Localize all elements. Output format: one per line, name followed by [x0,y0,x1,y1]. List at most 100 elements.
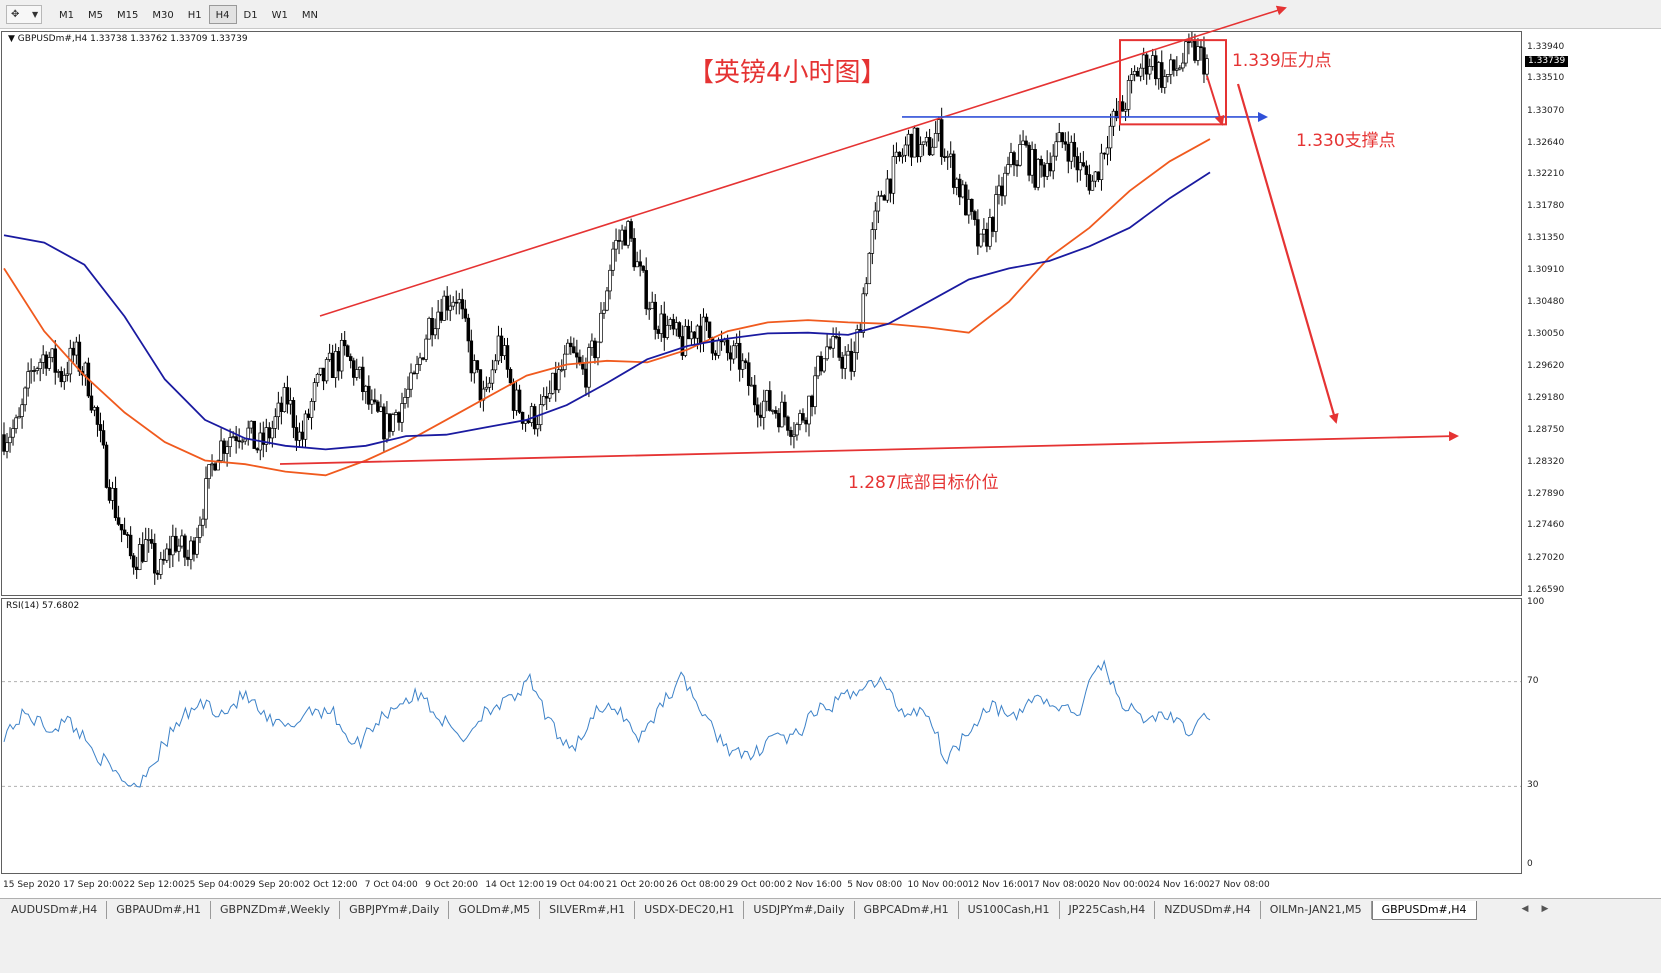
candle-body [1012,152,1016,166]
candle-body [436,311,440,330]
candle-body [29,370,33,372]
candle-body [210,463,214,466]
candle-body [584,368,588,388]
timeframe-button[interactable]: M1 [52,5,81,24]
chart-toolbar: ✥ ▼ M1 M5 M15 M30 H1 H4 D1 W1 MN [0,0,1661,29]
symbol-tab-active[interactable]: GBPUSDm#,H4 [1371,901,1477,920]
timeframe-button[interactable]: M5 [81,5,110,24]
candle-body [306,413,311,418]
cursor-tool-dropdown[interactable]: ✥ ▼ [6,5,42,24]
candle-body [391,414,395,432]
candle-body [511,382,516,411]
candle-body [912,127,917,158]
candle-body [89,395,94,411]
candle-body [1132,70,1137,75]
candle-body [225,446,229,454]
tab-scroll-right-icon[interactable]: ▶ [1538,902,1552,916]
timeframe-button[interactable]: D1 [237,5,265,24]
time-tick-label: 17 Nov 08:00 [1028,880,1089,890]
symbol-tab[interactable]: GOLDm#,M5 [449,901,541,919]
candle-body [342,339,347,347]
timeframe-button[interactable]: M30 [145,5,180,24]
candle-body [1045,162,1049,177]
candle-body [502,345,507,357]
timeframe-button[interactable]: H1 [181,5,209,24]
price-tick-label: 1.28320 [1527,456,1565,467]
rsi-tick-label: 100 [1527,597,1545,607]
symbol-tab[interactable]: USDX-DEC20,H1 [635,901,745,919]
candle-body [1184,41,1188,64]
price-tick-label: 1.27020 [1527,552,1565,563]
timeframe-button[interactable]: W1 [265,5,295,24]
price-tick-label: 1.30050 [1527,328,1565,339]
symbol-tab[interactable]: GBPNZDm#,Weekly [211,901,341,919]
candle-body [722,339,727,343]
symbol-tab[interactable]: AUDUSDm#,H4 [2,901,108,919]
candle-body [1153,55,1158,80]
candle-body [1090,180,1095,191]
candle-body [719,340,724,343]
candle-body [563,353,567,371]
candle-body [394,412,398,415]
rsi-pane[interactable]: RSI(14) 57.6802 [1,598,1522,874]
candle-body [713,352,718,356]
symbol-tab[interactable]: US100Cash,H1 [959,901,1060,919]
candle-body [1084,165,1089,175]
candle-body [110,488,115,501]
candle-body [1042,164,1046,177]
time-tick-label: 5 Nov 08:00 [847,880,903,890]
candle-body [415,364,419,374]
candle-body [403,397,407,404]
candle-body [1027,144,1031,176]
time-tick-label: 25 Sep 04:00 [183,880,244,890]
candle-body [798,413,802,425]
candle-body [942,156,947,158]
symbol-tab[interactable]: JP225Cash,H4 [1060,901,1156,919]
candle-body [487,382,492,388]
symbol-tab[interactable]: OILMn-JAN21,M5 [1261,901,1372,919]
candle-body [1190,40,1194,43]
candle-body [228,437,232,448]
candle-body [240,440,244,443]
candle-body [948,153,953,157]
timeframe-button[interactable]: M15 [110,5,145,24]
symbol-tab[interactable]: GBPCADm#,H1 [855,901,959,919]
time-tick-label: 22 Sep 12:00 [123,880,184,890]
candle-body [668,319,673,326]
candle-body [451,301,455,307]
candle-body [665,324,670,338]
chart-title-annotation: 【英镑4小时图】 [688,58,887,88]
candle-body [1066,143,1071,162]
candle-body [499,335,504,357]
time-tick-label: 2 Oct 12:00 [304,880,358,890]
symbol-tab[interactable]: GBPJPYm#,Daily [340,901,450,919]
candle-body [315,373,320,383]
candle-body [933,133,938,148]
candle-body [897,151,902,158]
price-tick-label: 1.30910 [1527,265,1565,276]
candle-body [930,146,935,156]
symbol-tab[interactable]: GBPAUDm#,H1 [107,901,211,919]
candle-body [201,518,205,526]
timeframe-button-active[interactable]: H4 [208,5,237,24]
price-axis: 1.33940 1.33510 1.33070 1.32640 1.32210 1.317… [1523,31,1661,596]
candle-body [1172,59,1176,71]
symbol-tab[interactable]: SILVERm#,H1 [540,901,636,919]
price-chart-pane[interactable]: ▼ GBPUSDm#,H4 1.33738 1.33762 1.33709 1.… [1,31,1522,596]
candle-body [44,354,48,369]
symbol-tab[interactable]: USDJPYm#,Daily [744,901,855,919]
timeframe-button[interactable]: MN [295,5,325,24]
candle-body [831,336,835,349]
tab-scroll-left-icon[interactable]: ◀ [1518,902,1532,916]
candle-body [400,403,404,423]
candle-body [644,270,648,310]
candle-body [1181,62,1185,69]
symbol-tab[interactable]: NZDUSDm#,H4 [1155,901,1261,919]
time-tick-label: 29 Sep 20:00 [244,880,305,890]
candle-body [1117,101,1122,119]
candle-body [677,322,682,337]
candle-body [475,360,480,370]
price-tick-label: 1.27460 [1527,520,1565,531]
candle-body [864,283,869,295]
candle-body [888,178,893,194]
